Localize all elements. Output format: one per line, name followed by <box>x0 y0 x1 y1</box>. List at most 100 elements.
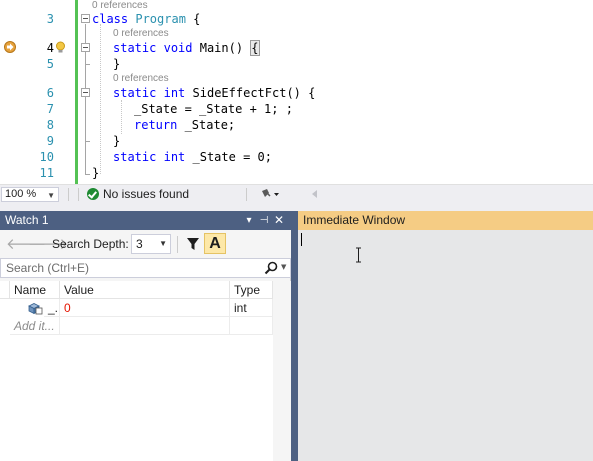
code-line-9[interactable]: } <box>113 133 120 149</box>
forward-arrow-icon[interactable]: 🡒 <box>28 236 68 252</box>
code-line-3[interactable]: class Program { <box>92 11 200 27</box>
indent-guide <box>121 100 122 134</box>
grid-header-gutter <box>0 281 10 299</box>
class-name: Program <box>135 12 186 26</box>
keyword: class <box>92 12 129 26</box>
separator <box>78 188 79 201</box>
search-depth-dropdown[interactable]: 3 ▼ <box>131 234 171 254</box>
code-text: } <box>92 166 100 180</box>
keyword: void <box>163 41 193 55</box>
code-text: { <box>185 12 201 26</box>
search-placeholder: Search (Ctrl+E) <box>6 261 90 275</box>
close-icon[interactable]: ✕ <box>273 211 285 230</box>
watch-toolbar: 🡐 🡒 Search Depth: 3 ▼ A <box>0 230 291 258</box>
code-text: } <box>113 57 121 71</box>
search-depth-value: 3 <box>136 237 143 251</box>
line-number: 4 <box>46 41 54 55</box>
line-number: 11 <box>39 166 54 180</box>
chevron-down-icon: ▼ <box>159 239 167 248</box>
code-editor[interactable]: 3 4 5 6 7 8 9 10 11 0 references 0 refer… <box>0 0 593 184</box>
case-sensitive-toggle[interactable]: A <box>204 233 226 254</box>
watch-grid: Name Value Type _... 0 int Add it... <box>0 281 273 461</box>
back-arrow-icon[interactable]: 🡐 <box>6 236 46 252</box>
line-number: 10 <box>39 150 54 164</box>
breakpoint-arrow-icon <box>4 41 16 53</box>
separator <box>68 188 69 201</box>
code-line-6[interactable]: static int SideEffectFct() { <box>113 85 315 101</box>
window-menu-icon[interactable]: ▾ <box>243 211 255 230</box>
immediate-title-bar[interactable]: Immediate Window <box>298 211 593 230</box>
scroll-left-arrow[interactable] <box>312 190 317 198</box>
check-circle-icon <box>87 188 99 200</box>
change-tracking-bar <box>75 0 78 184</box>
watch-type-cell: int <box>230 299 273 317</box>
zoom-dropdown[interactable]: 100 % ▼ <box>1 187 59 202</box>
editor-status-bar: 100 % ▼ No issues found <box>0 184 593 203</box>
outline-end <box>85 174 90 175</box>
method-name: SideEffectFct <box>192 86 287 100</box>
code-line-4[interactable]: static void Main() { <box>113 40 260 56</box>
vertical-scrollbar[interactable] <box>273 281 291 461</box>
filter-icon[interactable] <box>184 235 202 253</box>
column-header-name[interactable]: Name <box>10 281 60 299</box>
outline-end <box>85 64 90 65</box>
code-line-11[interactable]: } <box>92 165 99 181</box>
search-icon[interactable] <box>264 261 278 275</box>
code-text: _State; <box>177 118 236 132</box>
code-text: Main() <box>192 41 251 55</box>
code-lens-references[interactable]: 0 references <box>113 28 169 40</box>
keyword: static <box>113 86 157 100</box>
separator <box>246 188 247 201</box>
brace-highlight: { <box>250 40 260 56</box>
chevron-down-icon: ▼ <box>47 191 55 200</box>
code-line-7[interactable]: _State = _State + 1; ; <box>134 101 293 117</box>
panel-splitter[interactable] <box>0 203 593 211</box>
outline-end <box>85 141 90 142</box>
code-text: _State = 0; <box>185 150 272 164</box>
watch-window: Watch 1 ▾ ⊣ ✕ 🡐 🡒 Search Depth: 3 ▼ A Sea… <box>0 211 291 461</box>
pin-icon[interactable]: ⊣ <box>258 211 270 230</box>
keyword: static <box>113 41 157 55</box>
text-caret <box>301 233 302 246</box>
line-number: 7 <box>46 102 54 116</box>
column-header-type[interactable]: Type <box>230 281 273 299</box>
watch-value-cell[interactable]: 0 <box>60 299 230 317</box>
immediate-title: Immediate Window <box>303 213 406 227</box>
add-item-cell[interactable]: Add it... <box>10 317 60 335</box>
line-number: 8 <box>46 118 54 132</box>
collapse-method-icon[interactable] <box>81 88 90 97</box>
issues-status[interactable]: No issues found <box>103 188 189 201</box>
collapse-main-icon[interactable] <box>81 43 90 52</box>
separator <box>177 236 178 253</box>
line-number: 5 <box>46 57 54 71</box>
watch-name-cell[interactable]: _... <box>44 299 60 317</box>
search-depth-label: Search Depth: <box>52 237 129 251</box>
code-line-5[interactable]: } <box>113 56 120 72</box>
search-input[interactable]: Search (Ctrl+E) <box>0 258 291 278</box>
code-text: () { <box>286 86 316 100</box>
code-lens-references[interactable]: 0 references <box>113 73 169 85</box>
keyword: int <box>163 150 186 164</box>
indent-guide <box>100 24 101 174</box>
keyword: int <box>163 86 186 100</box>
watch-title: Watch 1 <box>5 213 49 227</box>
code-text: _State = _State + 1; ; <box>134 102 293 116</box>
immediate-window: Immediate Window <box>291 211 593 461</box>
lightbulb-icon[interactable] <box>55 41 66 54</box>
code-line-10[interactable]: static int _State = 0; <box>113 149 272 165</box>
zoom-value: 100 % <box>5 188 37 200</box>
line-number: 3 <box>46 12 54 26</box>
indicator-margin[interactable] <box>0 0 18 184</box>
code-line-8[interactable]: return _State; <box>134 117 235 133</box>
immediate-input-area[interactable] <box>298 230 593 461</box>
broom-icon[interactable] <box>260 188 280 201</box>
line-number: 6 <box>46 86 54 100</box>
ibeam-cursor-icon <box>356 247 361 263</box>
code-text: } <box>113 134 121 148</box>
column-header-value[interactable]: Value <box>60 281 230 299</box>
property-icon <box>28 303 43 315</box>
empty-type-cell <box>230 317 273 335</box>
chevron-down-icon[interactable]: ▼ <box>281 263 286 271</box>
line-number: 9 <box>46 134 54 148</box>
collapse-class-icon[interactable] <box>81 14 90 23</box>
